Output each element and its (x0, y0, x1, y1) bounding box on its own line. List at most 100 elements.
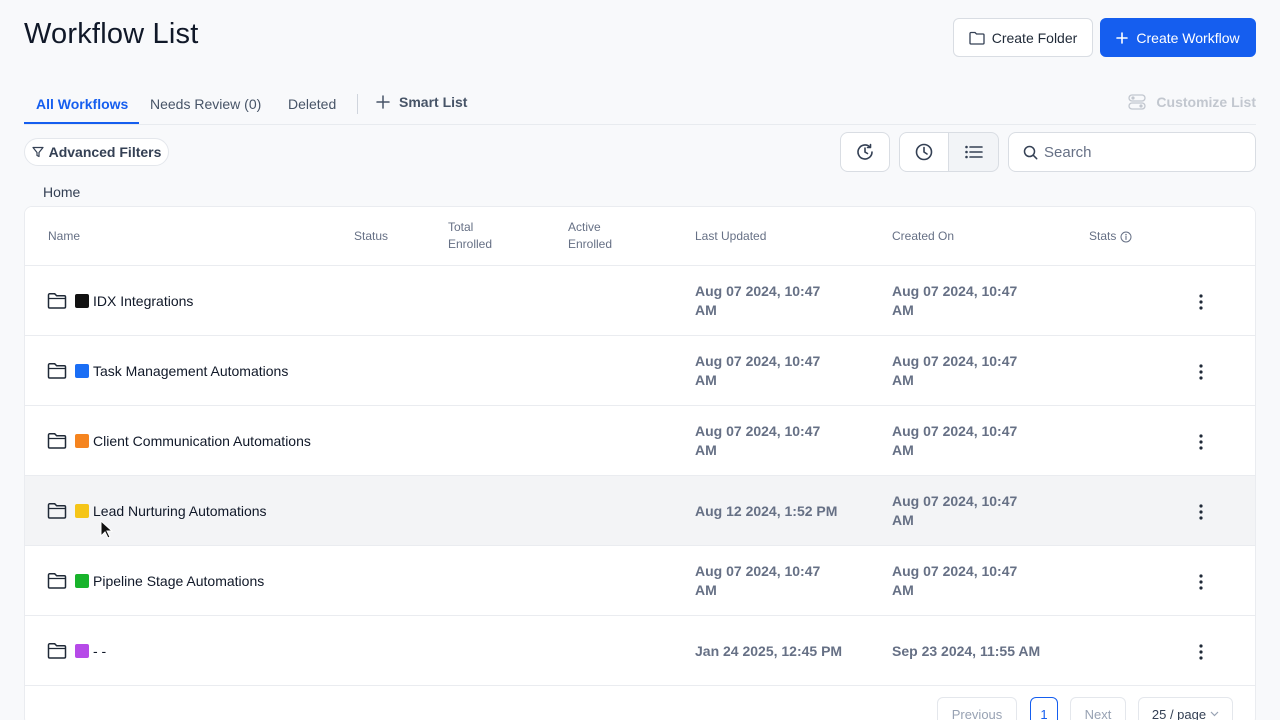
name-cell: - - (47, 616, 337, 686)
folder-icon (47, 363, 67, 379)
history-icon (857, 143, 873, 160)
table-row[interactable]: Pipeline Stage Automations Aug 07 2024, 1… (25, 546, 1255, 616)
folder-name: Task Management Automations (93, 362, 289, 379)
table-row[interactable]: Client Communication Automations Aug 07 2… (25, 406, 1255, 476)
more-options-icon (1199, 574, 1203, 590)
column-header-total-enrolled[interactable]: Total Enrolled (448, 219, 518, 253)
create-folder-button[interactable]: Create Folder (953, 18, 1093, 57)
folder-color-swatch (75, 433, 89, 448)
row-actions-menu[interactable] (1189, 430, 1213, 454)
smart-list-label: Smart List (399, 94, 468, 110)
smart-list-button[interactable]: Smart List (376, 94, 467, 110)
column-header-created-on[interactable]: Created On (892, 228, 954, 245)
workflow-folder-link[interactable]: Client Communication Automations (75, 432, 311, 451)
plus-icon (376, 95, 390, 109)
create-folder-label: Create Folder (991, 29, 1078, 46)
name-cell: Pipeline Stage Automations (47, 546, 337, 616)
workflow-folder-link[interactable]: IDX Integrations (75, 292, 193, 311)
tab-all-workflows[interactable]: All Workflows (36, 96, 128, 112)
tab-deleted[interactable]: Deleted (288, 96, 336, 112)
page-size-label: 25 / page (1151, 706, 1207, 720)
mouse-cursor-icon (100, 520, 114, 539)
row-actions-menu[interactable] (1189, 640, 1213, 664)
more-options-icon (1199, 364, 1203, 380)
last-updated-cell: Aug 07 2024, 10:47 AM (695, 563, 821, 598)
page-size-select[interactable]: 25 / page (1138, 697, 1233, 720)
search-input[interactable] (1044, 143, 1244, 161)
created-on-cell: Aug 07 2024, 10:47 AM (892, 493, 1018, 528)
name-cell: IDX Integrations (47, 266, 337, 336)
name-cell: Client Communication Automations (47, 406, 337, 476)
row-actions-menu[interactable] (1189, 500, 1213, 524)
customize-list-label: Customize List (1156, 94, 1256, 110)
create-workflow-label: Create Workflow (1136, 29, 1240, 46)
folder-color-swatch (75, 293, 89, 308)
folder-name: Client Communication Automations (93, 432, 311, 449)
list-view-button[interactable] (948, 132, 999, 172)
previous-page-button[interactable]: Previous (937, 697, 1017, 720)
folder-icon (47, 573, 67, 589)
last-updated-cell: Aug 07 2024, 10:47 AM (695, 423, 821, 458)
row-actions-menu[interactable] (1189, 570, 1213, 594)
chevron-down-icon (1210, 711, 1219, 717)
workflow-folder-link[interactable]: Lead Nurturing Automations (75, 502, 267, 521)
more-options-icon (1199, 294, 1203, 310)
current-page-button[interactable]: 1 (1030, 697, 1058, 720)
toggle-settings-icon (1128, 94, 1147, 110)
tab-needs-review[interactable]: Needs Review (0) (150, 96, 261, 112)
advanced-filters-button[interactable]: Advanced Filters (24, 138, 169, 166)
table-row[interactable]: - - Jan 24 2025, 12:45 PM Sep 23 2024, 11:… (25, 616, 1255, 686)
row-actions-menu[interactable] (1189, 290, 1213, 314)
folder-icon (47, 643, 67, 659)
folder-icon (969, 31, 985, 45)
folder-icon (47, 293, 67, 309)
table-header: Name Status Total Enrolled Active Enroll… (25, 207, 1255, 266)
table-row[interactable]: Lead Nurturing Automations Aug 12 2024, 1… (25, 476, 1255, 546)
active-tab-indicator (24, 122, 139, 124)
folder-icon (47, 503, 67, 519)
tab-divider (357, 94, 358, 114)
name-cell: Lead Nurturing Automations (47, 476, 337, 546)
column-header-name[interactable]: Name (48, 228, 80, 245)
workflow-folder-link[interactable]: Task Management Automations (75, 362, 288, 381)
last-updated-cell: Aug 07 2024, 10:47 AM (695, 283, 821, 318)
folder-color-swatch (75, 363, 89, 378)
create-workflow-button[interactable]: Create Workflow (1100, 18, 1256, 57)
column-header-status[interactable]: Status (354, 228, 388, 245)
table-row[interactable]: Task Management Automations Aug 07 2024, … (25, 336, 1255, 406)
folder-name: Lead Nurturing Automations (93, 502, 267, 519)
table-row[interactable]: IDX Integrations Aug 07 2024, 10:47 AM Aug… (25, 266, 1255, 336)
search-box (1008, 132, 1256, 172)
name-cell: Task Management Automations (47, 336, 337, 406)
folder-icon (47, 433, 67, 449)
recent-activity-button[interactable] (840, 132, 890, 172)
more-options-icon (1199, 434, 1203, 450)
workflow-table: Name Status Total Enrolled Active Enroll… (24, 206, 1256, 720)
created-on-cell: Aug 07 2024, 10:47 AM (892, 423, 1018, 458)
info-icon[interactable] (1120, 231, 1132, 243)
column-header-active-enrolled[interactable]: Active Enrolled (568, 219, 638, 253)
next-page-button[interactable]: Next (1070, 697, 1126, 720)
row-actions-menu[interactable] (1189, 360, 1213, 384)
last-updated-cell: Aug 12 2024, 1:52 PM (695, 502, 838, 519)
workflow-folder-link[interactable]: Pipeline Stage Automations (75, 572, 264, 591)
stats-label: Stats (1089, 229, 1117, 243)
clock-view-button[interactable] (899, 132, 949, 172)
advanced-filters-label: Advanced Filters (48, 144, 162, 160)
list-icon (964, 145, 983, 159)
last-updated-cell: Jan 24 2025, 12:45 PM (695, 642, 843, 659)
customize-list-button[interactable]: Customize List (1128, 94, 1256, 110)
folder-name: IDX Integrations (93, 292, 194, 309)
workflow-folder-link[interactable]: - - (75, 642, 106, 661)
tab-bar: All Workflows Needs Review (0) Deleted S… (24, 84, 1256, 125)
breadcrumb-home[interactable]: Home (43, 184, 80, 200)
more-options-icon (1199, 504, 1203, 520)
plus-icon (1116, 31, 1129, 44)
pagination: Previous 1 Next 25 / page (25, 697, 1255, 720)
column-header-stats: Stats (1089, 228, 1132, 245)
created-on-cell: Sep 23 2024, 11:55 AM (892, 642, 1041, 659)
search-icon (1023, 145, 1038, 159)
more-options-icon (1199, 644, 1203, 660)
page-title: Workflow List (24, 18, 199, 50)
column-header-last-updated[interactable]: Last Updated (695, 228, 766, 245)
